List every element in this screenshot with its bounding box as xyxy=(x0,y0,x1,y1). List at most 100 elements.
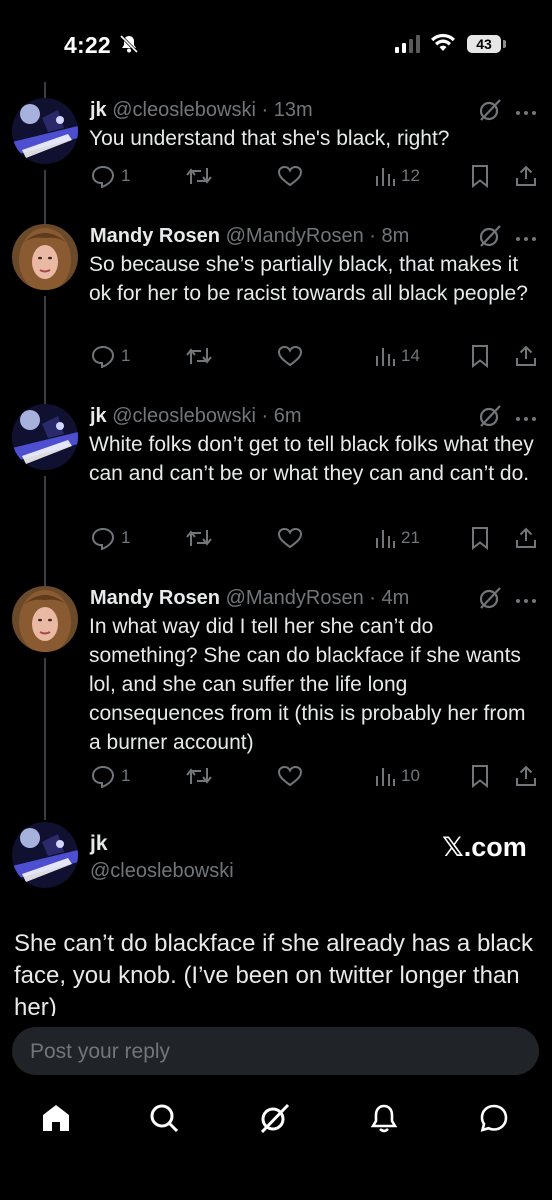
tweet-text: You understand that she's black, right? xyxy=(89,127,450,150)
share-button[interactable] xyxy=(514,764,538,788)
status-time: 4:22 xyxy=(64,32,111,58)
reply-placeholder: Post your reply xyxy=(30,1040,171,1063)
reply-count: 1 xyxy=(121,766,131,785)
heart-icon xyxy=(277,345,303,367)
retweet-button[interactable] xyxy=(185,164,213,188)
tweet-actions: 1 21 xyxy=(90,526,540,552)
reply-icon xyxy=(91,765,115,788)
share-icon xyxy=(516,765,536,786)
retweet-button[interactable] xyxy=(185,344,213,368)
share-button[interactable] xyxy=(514,164,538,188)
like-button[interactable] xyxy=(277,526,303,550)
tweet-header: Mandy Rosen @MandyRosen · 4m xyxy=(90,587,410,609)
reply-button[interactable]: 1 xyxy=(90,764,130,788)
share-button[interactable] xyxy=(514,344,538,368)
main-tweet-body: She can’t do blackface if she already ha… xyxy=(0,928,552,1016)
views-icon xyxy=(376,348,395,366)
like-button[interactable] xyxy=(277,764,303,788)
more-icon[interactable] xyxy=(515,410,537,428)
reply-count: 1 xyxy=(121,528,131,547)
views-button[interactable]: 21 xyxy=(374,526,420,550)
reply-icon xyxy=(91,527,115,550)
grok-icon[interactable] xyxy=(258,1102,290,1139)
notifications-icon[interactable] xyxy=(368,1102,400,1139)
bell-slash-icon xyxy=(119,34,139,59)
thread-line xyxy=(44,658,46,820)
views-count: 14 xyxy=(401,346,420,365)
messages-icon[interactable] xyxy=(478,1102,510,1139)
views-button[interactable]: 12 xyxy=(374,164,420,188)
retweet-icon xyxy=(186,348,212,364)
views-icon xyxy=(376,768,395,786)
author-name[interactable]: jk xyxy=(90,832,108,856)
author-name[interactable]: jk xyxy=(90,99,107,121)
heart-icon xyxy=(277,765,303,787)
author-handle[interactable]: @cleoslebowski xyxy=(112,405,256,427)
tweet-time: 6m xyxy=(273,405,302,427)
author-name[interactable]: jk xyxy=(90,405,107,427)
reply-input[interactable]: Post your reply xyxy=(12,1027,539,1075)
more-icon[interactable] xyxy=(515,592,537,610)
grok-icon[interactable] xyxy=(478,586,502,615)
tweet-text: In what way did I tell her she can’t do … xyxy=(89,615,526,754)
more-icon[interactable] xyxy=(515,230,537,248)
tweet-actions: 1 12 xyxy=(90,164,540,190)
home-icon[interactable] xyxy=(40,1102,72,1139)
reply-button[interactable]: 1 xyxy=(90,344,130,368)
avatar[interactable] xyxy=(12,98,78,164)
retweet-button[interactable] xyxy=(185,764,213,788)
retweet-icon xyxy=(186,168,212,184)
search-icon[interactable] xyxy=(148,1102,180,1139)
share-icon xyxy=(516,165,536,186)
grok-icon[interactable] xyxy=(478,404,502,433)
bookmark-button[interactable] xyxy=(470,344,490,368)
tweet-time: 4m xyxy=(381,587,410,609)
views-button[interactable]: 10 xyxy=(374,764,420,788)
author-handle[interactable]: @cleoslebowski xyxy=(90,860,234,883)
x-watermark: 𝕏.com xyxy=(442,832,527,862)
author-name[interactable]: Mandy Rosen xyxy=(90,225,220,247)
thread-line xyxy=(44,476,46,588)
views-icon xyxy=(376,168,395,186)
tab-bar xyxy=(0,1090,552,1150)
retweet-icon xyxy=(186,768,212,784)
grok-icon[interactable] xyxy=(478,98,502,127)
avatar[interactable] xyxy=(12,822,78,888)
share-button[interactable] xyxy=(514,526,538,550)
bookmark-button[interactable] xyxy=(470,526,490,550)
reply-icon xyxy=(91,345,115,368)
author-handle[interactable]: @cleoslebowski xyxy=(112,99,256,121)
author-handle[interactable]: @MandyRosen xyxy=(226,225,364,247)
cellular-signal-icon xyxy=(395,35,421,58)
tweet-text: White folks don’t get to tell black folk… xyxy=(89,433,534,485)
retweet-button[interactable] xyxy=(185,526,213,550)
wifi-icon xyxy=(430,33,456,58)
battery-tip xyxy=(503,40,506,48)
reply-button[interactable]: 1 xyxy=(90,526,130,550)
avatar[interactable] xyxy=(12,404,78,470)
views-count: 10 xyxy=(401,766,420,785)
like-button[interactable] xyxy=(277,164,303,188)
tweet-header: Mandy Rosen @MandyRosen · 8m xyxy=(90,225,410,247)
bookmark-button[interactable] xyxy=(470,164,490,188)
views-button[interactable]: 14 xyxy=(374,344,420,368)
grok-icon[interactable] xyxy=(478,224,502,253)
reply-button[interactable]: 1 xyxy=(90,164,130,188)
thread-line xyxy=(44,170,46,224)
bookmark-icon xyxy=(472,527,488,550)
avatar[interactable] xyxy=(12,224,78,290)
bookmark-icon xyxy=(472,345,488,368)
reply-count: 1 xyxy=(121,346,131,365)
reply-count: 1 xyxy=(121,166,131,185)
views-count: 21 xyxy=(401,528,420,547)
heart-icon xyxy=(277,165,303,187)
author-handle[interactable]: @MandyRosen xyxy=(226,587,364,609)
author-name[interactable]: Mandy Rosen xyxy=(90,587,220,609)
tweet-time: 13m xyxy=(273,99,313,121)
battery-indicator: 43 xyxy=(467,35,501,53)
tweet-time: 8m xyxy=(381,225,410,247)
like-button[interactable] xyxy=(277,344,303,368)
avatar[interactable] xyxy=(12,586,78,652)
more-icon[interactable] xyxy=(515,104,537,122)
bookmark-button[interactable] xyxy=(470,764,490,788)
